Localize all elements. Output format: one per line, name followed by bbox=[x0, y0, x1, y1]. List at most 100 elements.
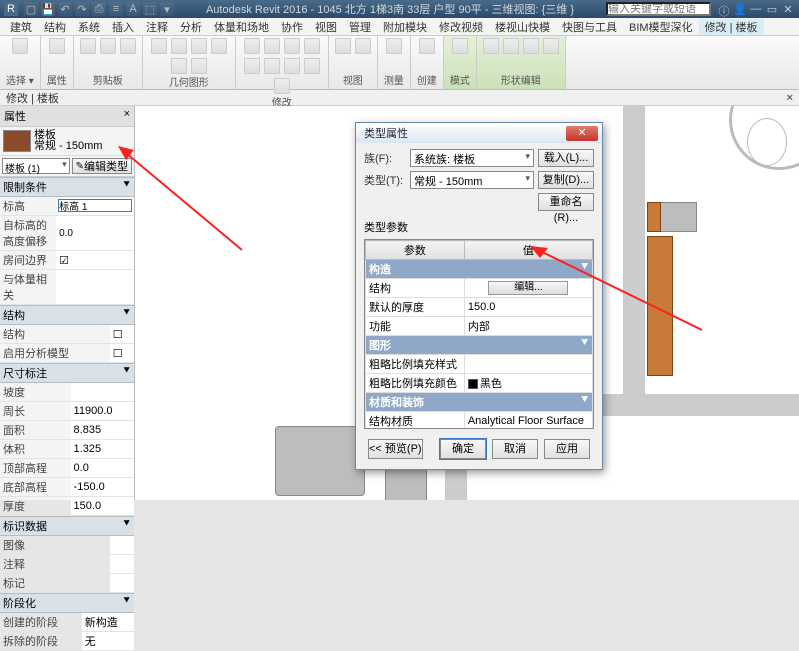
ribbon-tab[interactable]: 快图与工具 bbox=[556, 19, 623, 35]
param-value[interactable]: Analytical Floor Surface bbox=[464, 412, 592, 430]
param-category-row[interactable]: 构造 ⯆ bbox=[366, 260, 593, 279]
ribbon-tab[interactable]: 附加模块 bbox=[377, 19, 433, 35]
qat-icon[interactable]: ≡ bbox=[109, 2, 123, 16]
props-section-header[interactable]: 结构⯆ bbox=[0, 305, 134, 325]
ribbon-tab[interactable]: 体量和场地 bbox=[208, 19, 275, 35]
instance-combo[interactable]: 楼板 (1) bbox=[2, 158, 70, 174]
preview-button[interactable]: << 预览(P) bbox=[368, 439, 423, 459]
dialog-close-button[interactable]: ✕ bbox=[566, 126, 598, 141]
close-icon[interactable]: ✕ bbox=[781, 3, 795, 15]
param-value[interactable]: 黑色 bbox=[464, 374, 592, 393]
props-section-header[interactable]: 标识数据⯆ bbox=[0, 516, 134, 536]
qat-undo-icon[interactable]: ↶ bbox=[58, 2, 72, 16]
ribbon-tab[interactable]: 管理 bbox=[343, 19, 377, 35]
family-combo[interactable]: 系统族: 楼板 bbox=[410, 149, 534, 167]
param-row[interactable]: 默认的厚度150.0 bbox=[366, 298, 593, 317]
cancel-button[interactable]: 取消 bbox=[492, 439, 538, 459]
edit-type-button[interactable]: ✎ 编辑类型 bbox=[72, 158, 132, 174]
ribbon-tool-icon[interactable] bbox=[304, 58, 320, 74]
props-section-header[interactable]: 尺寸标注⯆ bbox=[0, 363, 134, 383]
ribbon-tab[interactable]: 结构 bbox=[38, 19, 72, 35]
qat-open-icon[interactable]: ▢ bbox=[24, 2, 38, 16]
ribbon-tool-icon[interactable] bbox=[171, 58, 187, 74]
ribbon-tool-icon[interactable] bbox=[386, 38, 402, 54]
ribbon-tab[interactable]: 建筑 bbox=[4, 19, 38, 35]
rename-button[interactable]: 重命名(R)... bbox=[538, 193, 594, 211]
ribbon-tool-icon[interactable] bbox=[355, 38, 371, 54]
ribbon-tool-icon[interactable] bbox=[503, 38, 519, 54]
props-section-header[interactable]: 阶段化⯆ bbox=[0, 593, 134, 613]
ribbon-tool-icon[interactable] bbox=[211, 38, 227, 54]
param-value[interactable] bbox=[464, 355, 592, 374]
param-value[interactable]: 编辑... bbox=[464, 279, 592, 298]
ribbon-tab[interactable]: 楼视山快模 bbox=[489, 19, 556, 35]
param-row[interactable]: 结构材质Analytical Floor Surface bbox=[366, 412, 593, 430]
ribbon-tool-icon[interactable] bbox=[304, 38, 320, 54]
ribbon-tool-icon[interactable] bbox=[244, 38, 260, 54]
ribbon-tool-icon[interactable] bbox=[264, 38, 280, 54]
duplicate-button[interactable]: 复制(D)... bbox=[538, 171, 594, 189]
ribbon-tab[interactable]: 修改视频 bbox=[433, 19, 489, 35]
ribbon-tab[interactable]: BIM模型深化 bbox=[623, 19, 699, 35]
ribbon-tool-icon[interactable] bbox=[543, 38, 559, 54]
param-category-row[interactable]: 图形 ⯆ bbox=[366, 336, 593, 355]
props-section-header[interactable]: 限制条件⯆ bbox=[0, 177, 134, 197]
col-param[interactable]: 参数 bbox=[366, 241, 465, 260]
view-cube[interactable] bbox=[741, 112, 793, 172]
ribbon-tool-icon[interactable] bbox=[284, 38, 300, 54]
edit-structure-button[interactable]: 编辑... bbox=[488, 281, 568, 295]
ribbon-tool-icon[interactable] bbox=[284, 58, 300, 74]
panel-close-icon[interactable]: × bbox=[124, 108, 130, 124]
load-button[interactable]: 载入(L)... bbox=[538, 149, 594, 167]
ribbon-tab[interactable]: 注释 bbox=[140, 19, 174, 35]
info-icon[interactable]: ⓘ bbox=[717, 3, 731, 15]
param-value[interactable]: 150.0 bbox=[464, 298, 592, 317]
param-row[interactable]: 功能内部 bbox=[366, 317, 593, 336]
ribbon-tool-icon[interactable] bbox=[191, 58, 207, 74]
ribbon-tool-icon[interactable] bbox=[419, 38, 435, 54]
dialog-titlebar[interactable]: 类型属性 ✕ bbox=[356, 123, 602, 143]
user-icon[interactable]: 👤 bbox=[733, 3, 747, 15]
ribbon-tab[interactable]: 协作 bbox=[275, 19, 309, 35]
ribbon-tool-icon[interactable] bbox=[120, 38, 136, 54]
props-input[interactable] bbox=[59, 200, 131, 211]
props-input[interactable] bbox=[59, 228, 131, 239]
ribbon-tab[interactable]: 插入 bbox=[106, 19, 140, 35]
qat-icon[interactable]: A bbox=[126, 2, 140, 16]
qat-icon[interactable]: ⬚ bbox=[143, 2, 157, 16]
param-row[interactable]: 粗略比例填充样式 bbox=[366, 355, 593, 374]
ok-button[interactable]: 确定 bbox=[440, 439, 486, 459]
qat-save-icon[interactable]: 💾 bbox=[41, 2, 55, 16]
help-search-input[interactable] bbox=[606, 2, 711, 16]
type-selector[interactable]: 楼板 常规 - 150mm bbox=[0, 127, 134, 156]
param-row[interactable]: 结构编辑... bbox=[366, 279, 593, 298]
props-value[interactable] bbox=[56, 197, 134, 216]
qat-print-icon[interactable]: ⎙ bbox=[92, 2, 106, 16]
context-close-icon[interactable]: × bbox=[787, 92, 793, 104]
param-value[interactable]: 内部 bbox=[464, 317, 592, 336]
ribbon-tool-icon[interactable] bbox=[452, 38, 468, 54]
ribbon-tool-icon[interactable] bbox=[151, 38, 167, 54]
qat-redo-icon[interactable]: ↷ bbox=[75, 2, 89, 16]
ribbon-tool-icon[interactable] bbox=[100, 38, 116, 54]
param-category-row[interactable]: 材质和装饰 ⯆ bbox=[366, 393, 593, 412]
revit-app-icon[interactable]: R bbox=[4, 2, 18, 16]
ribbon-tool-icon[interactable] bbox=[244, 58, 260, 74]
minimize-icon[interactable]: — bbox=[749, 3, 763, 15]
props-value[interactable] bbox=[56, 216, 134, 251]
ribbon-tool-icon[interactable] bbox=[335, 38, 351, 54]
apply-button[interactable]: 应用 bbox=[544, 439, 590, 459]
ribbon-tool-icon[interactable] bbox=[12, 38, 28, 54]
ribbon-tool-icon[interactable] bbox=[80, 38, 96, 54]
qat-dropdown-icon[interactable]: ▾ bbox=[160, 2, 174, 16]
ribbon-tool-icon[interactable] bbox=[171, 38, 187, 54]
param-row[interactable]: 粗略比例填充颜色黑色 bbox=[366, 374, 593, 393]
maximize-icon[interactable]: ▭ bbox=[765, 3, 779, 15]
ribbon-tool-icon[interactable] bbox=[483, 38, 499, 54]
ribbon-tool-icon[interactable] bbox=[523, 38, 539, 54]
ribbon-tool-icon[interactable] bbox=[191, 38, 207, 54]
ribbon-tab[interactable]: 分析 bbox=[174, 19, 208, 35]
ribbon-tool-icon[interactable] bbox=[49, 38, 65, 54]
type-params-grid[interactable]: 参数 值 构造 ⯆结构编辑...默认的厚度150.0功能内部图形 ⯆粗略比例填充… bbox=[364, 239, 594, 429]
type-combo[interactable]: 常规 - 150mm bbox=[410, 171, 534, 189]
